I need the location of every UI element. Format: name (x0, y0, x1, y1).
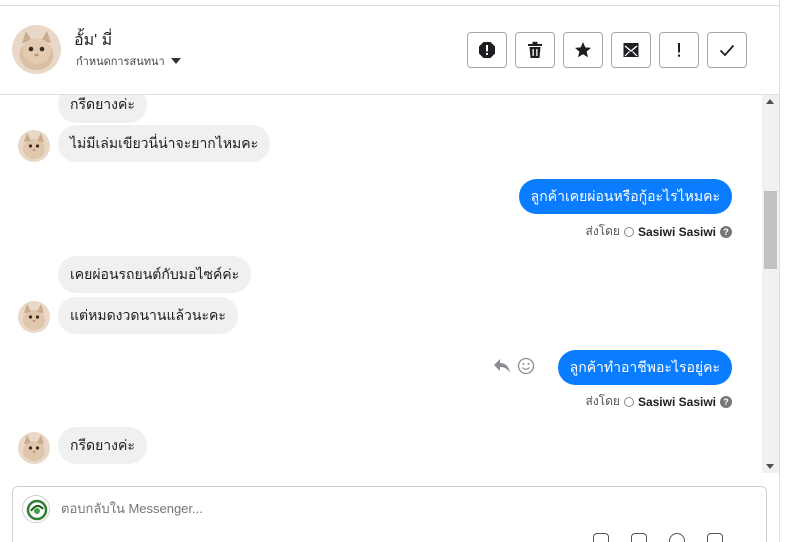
emoji-react-icon[interactable] (517, 357, 535, 375)
contact-avatar[interactable] (12, 25, 61, 74)
sender-avatar (18, 130, 50, 162)
alert-circle-icon (479, 42, 495, 58)
verified-icon (623, 396, 634, 407)
sent-by-prefix: ส่งโดย (585, 394, 620, 408)
scroll-down-arrow-icon[interactable] (766, 464, 774, 469)
star-icon (575, 42, 591, 58)
trash-icon (528, 41, 542, 58)
sender-avatar (18, 301, 50, 333)
emoji-icon[interactable] (669, 533, 685, 542)
help-icon[interactable]: ? (720, 395, 732, 408)
envelope-icon (623, 43, 639, 57)
incoming-message[interactable]: เคยผ่อนรถยนต์กับมอไซค์ค่ะ (58, 256, 252, 293)
like-icon[interactable] (707, 533, 723, 542)
header-actions (467, 32, 747, 68)
sender-avatar (18, 432, 50, 464)
follow-up-button[interactable] (659, 32, 699, 68)
assign-label: กำหนดการสนทนา (76, 56, 165, 68)
incoming-message[interactable]: กรีดยางค่ะ (58, 427, 147, 464)
sender-name[interactable]: Sasiwi Sasiwi (638, 225, 716, 239)
incoming-message[interactable]: ไม่มีเล่มเขียวนี่น่าจะยากไหมคะ (58, 125, 271, 162)
help-icon[interactable]: ? (720, 225, 732, 238)
check-icon (719, 44, 735, 57)
conversation-header: อั้ม' มี่ กำหนดการสนทนา (0, 7, 779, 95)
attachment-icon[interactable] (593, 533, 609, 542)
sender-name[interactable]: Sasiwi Sasiwi (638, 395, 716, 409)
scroll-up-arrow-icon[interactable] (766, 99, 774, 104)
reply-input[interactable] (61, 501, 561, 516)
top-divider (0, 0, 785, 6)
message-thread: กรีดยางค่ะ ไม่มีเล่มเขียวนี่น่าจะยากไหมค… (0, 95, 762, 473)
reply-composer (12, 486, 767, 542)
incoming-message[interactable]: แต่หมดงวดนานแล้วนะคะ (58, 297, 238, 334)
reply-icon[interactable] (493, 358, 511, 374)
sent-by-info: ส่งโดย Sasiwi Sasiwi ? (585, 222, 732, 241)
caret-down-icon (170, 58, 181, 64)
sent-by-prefix: ส่งโดย (585, 224, 620, 238)
exclamation-icon (678, 43, 680, 57)
mark-done-button[interactable] (707, 32, 747, 68)
outgoing-message[interactable]: ลูกค้าทำอาชีพอะไรอยู่คะ (557, 350, 732, 385)
sent-by-info: ส่งโดย Sasiwi Sasiwi ? (585, 392, 732, 411)
scroll-thumb[interactable] (764, 191, 777, 269)
composer-toolbar (593, 533, 723, 542)
message-scrollbar[interactable] (762, 95, 779, 473)
star-button[interactable] (563, 32, 603, 68)
verified-icon (623, 226, 634, 237)
assign-conversation-dropdown[interactable]: กำหนดการสนทนา (76, 52, 181, 70)
saved-reply-icon[interactable] (631, 533, 647, 542)
contact-name[interactable]: อั้ม' มี่ (74, 28, 112, 53)
incoming-message[interactable]: กรีดยางค่ะ (58, 95, 147, 123)
report-spam-button[interactable] (467, 32, 507, 68)
delete-button[interactable] (515, 32, 555, 68)
page-logo (22, 495, 50, 523)
outgoing-message[interactable]: ลูกค้าเคยผ่อนหรือกู้อะไรไหมคะ (518, 179, 732, 214)
messenger-inbox: อั้ม' มี่ กำหนดการสนทนา กรีดยางค่ะ ไม่มี… (0, 0, 785, 542)
right-divider (779, 0, 785, 542)
mark-unread-button[interactable] (611, 32, 651, 68)
